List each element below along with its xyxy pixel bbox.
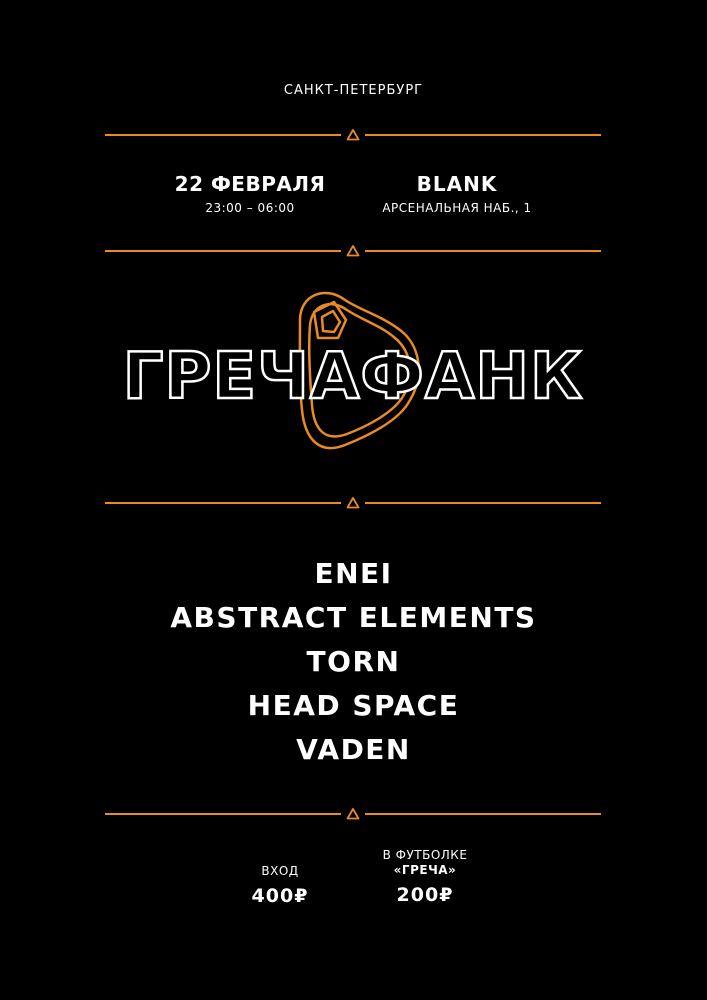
shirt-label-line1: В ФУТБОЛКЕ: [382, 848, 468, 862]
divider: [105, 497, 601, 509]
entry-label: ВХОД: [261, 864, 299, 878]
grain-icon: [346, 245, 360, 257]
grain-icon: [346, 129, 360, 141]
shirt-label-line2: «ГРЕЧА»: [393, 863, 457, 877]
entry-price: 400₽: [251, 885, 309, 907]
artist-name: VADEN: [296, 733, 411, 766]
divider: [105, 808, 601, 820]
artist-name: ENEI: [314, 557, 393, 590]
event-venue: BLANK: [416, 172, 498, 196]
artist-name: TORN: [306, 645, 401, 678]
shirt-price: 200₽: [396, 884, 454, 906]
grain-icon: [346, 808, 360, 820]
festival-logo: ГРЕЧАФАНК: [121, 291, 584, 450]
grain-icon: [346, 497, 360, 509]
entry-price-block: ВХОД 400₽: [205, 848, 355, 907]
city-label: САНКТ-ПЕТЕРБУРГ: [283, 83, 424, 98]
artist-name: HEAD SPACE: [247, 689, 460, 722]
event-time: 23:00 – 06:00: [205, 201, 295, 215]
divider: [105, 129, 601, 141]
artist-name: ABSTRACT ELEMENTS: [170, 601, 537, 634]
event-date: 22 ФЕВРАЛЯ: [174, 172, 326, 196]
logo-text: ГРЕЧАФАНК: [123, 340, 584, 414]
divider: [105, 245, 601, 257]
lineup: ENEI ABSTRACT ELEMENTS TORN HEAD SPACE V…: [0, 552, 707, 772]
shirt-price-block: В ФУТБОЛКЕ «ГРЕЧА» 200₽: [350, 848, 500, 906]
event-address: АРСЕНАЛЬНАЯ НАБ., 1: [382, 201, 532, 215]
